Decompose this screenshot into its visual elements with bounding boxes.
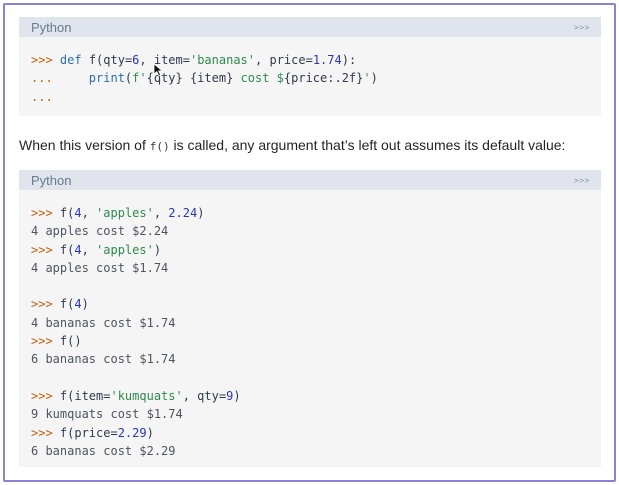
code-token: 4 [74, 206, 82, 220]
code-token: >>> [31, 425, 60, 440]
code-token: ): [341, 53, 357, 67]
mouse-pointer-icon [153, 63, 164, 77]
code-token: f( [59, 297, 75, 312]
code-token: 6 bananas cost $2.29 [31, 443, 176, 458]
code-output-line: 4 bananas cost $1.74 [31, 314, 589, 332]
code-token: >>> [31, 206, 60, 220]
code-token: >>> [31, 334, 60, 349]
code-token: 'apples' [96, 242, 154, 257]
code-token: ) [370, 71, 378, 86]
code-output-line: 9 kumquats cost $1.74 [31, 405, 589, 423]
code-token: >>> [31, 297, 60, 312]
code-token: , [153, 206, 169, 220]
code-token: , price= [255, 53, 313, 67]
code-line: >>> f(4, 'apples', 2.24) [31, 204, 589, 222]
code-line: ... print(f'{qty} {item} cost ${price:.2… [31, 69, 589, 87]
toggle-prompts-button[interactable]: >>> [574, 23, 590, 32]
code-block-header: Python >>> [19, 17, 601, 37]
code-line: >>> f() [31, 332, 589, 350]
code-token: ... [31, 89, 53, 104]
code-token: {price:.2f} [283, 71, 364, 86]
code-token: 2.24 [168, 206, 198, 220]
code-line: >>> f(4, 'apples') [31, 241, 589, 259]
code-token: cost $ [233, 71, 284, 86]
code-output-line: 6 bananas cost $1.74 [31, 350, 589, 368]
code-line: >>> f(4) [31, 295, 589, 313]
code-token: ) [233, 388, 241, 403]
code-token: 'bananas' [189, 53, 256, 67]
inline-code-function: f() [149, 140, 170, 153]
code-token: 1.74 [312, 53, 342, 67]
paragraph-text-before: When this version of [19, 137, 150, 153]
code-token: >>> [31, 53, 60, 67]
code-token: ... [31, 71, 89, 86]
code-token: 'apples' [96, 206, 154, 220]
code-block-body: >>> def f(qty=6, item='bananas', price=1… [19, 37, 601, 106]
code-token: f( [59, 206, 75, 220]
code-line: ... [31, 88, 589, 106]
code-token: 4 apples cost $1.74 [31, 260, 169, 275]
code-token: ) [81, 297, 89, 312]
code-token: 4 apples cost $2.24 [31, 224, 169, 239]
code-token: 4 [74, 297, 82, 312]
paragraph-text-after: is called, any argument that’s left out … [169, 137, 566, 153]
code-token: ) [146, 425, 154, 440]
code-token: f() [59, 334, 82, 349]
code-token: ' [363, 71, 371, 86]
code-token: f(price= [59, 425, 118, 440]
code-token: 6 bananas cost $1.74 [31, 352, 176, 367]
code-token: f( [59, 242, 75, 257]
code-token: >>> [31, 388, 60, 403]
code-line: >>> def f(qty=6, item='bananas', price=1… [31, 51, 589, 69]
code-line: >>> f(price=2.29) [31, 424, 589, 442]
code-token: , [81, 242, 97, 257]
code-token: f(item= [59, 388, 111, 403]
code-line: >>> f(item='kumquats', qty=9) [31, 387, 589, 405]
code-token: 'kumquats' [110, 388, 183, 403]
code-token: f' [132, 71, 147, 86]
code-output-line: 4 apples cost $1.74 [31, 259, 589, 277]
code-language-label: Python [31, 19, 72, 35]
code-language-label: Python [31, 172, 72, 188]
code-token: , qty= [182, 388, 227, 403]
code-token: 4 [74, 242, 82, 257]
code-token: , [81, 206, 97, 220]
code-output-line: 6 bananas cost $2.29 [31, 442, 589, 460]
code-block-definition: Python >>> >>> def f(qty=6, item='banana… [19, 17, 601, 116]
toggle-prompts-button[interactable]: >>> [574, 176, 590, 185]
code-token: f(qty= [81, 53, 133, 67]
code-token: ) [197, 206, 205, 220]
code-token: print [88, 71, 125, 86]
code-block-header: Python >>> [19, 170, 601, 190]
code-token: 9 kumquats cost $1.74 [31, 407, 183, 422]
content-frame: Python >>> >>> def f(qty=6, item='banana… [3, 3, 616, 482]
code-block-body: >>> f(4, 'apples', 2.24) 4 apples cost $2… [19, 190, 601, 460]
code-token: def [59, 53, 82, 67]
code-output-line: 4 apples cost $2.24 [31, 222, 589, 240]
code-token: 4 bananas cost $1.74 [31, 315, 176, 330]
code-token: ) [153, 242, 162, 257]
body-paragraph: When this version of f() is called, any … [19, 137, 565, 153]
code-token: 2.29 [117, 425, 147, 440]
code-block-calls: Python >>> >>> f(4, 'apples', 2.24) 4 app… [19, 170, 601, 467]
code-token: >>> [31, 242, 60, 257]
